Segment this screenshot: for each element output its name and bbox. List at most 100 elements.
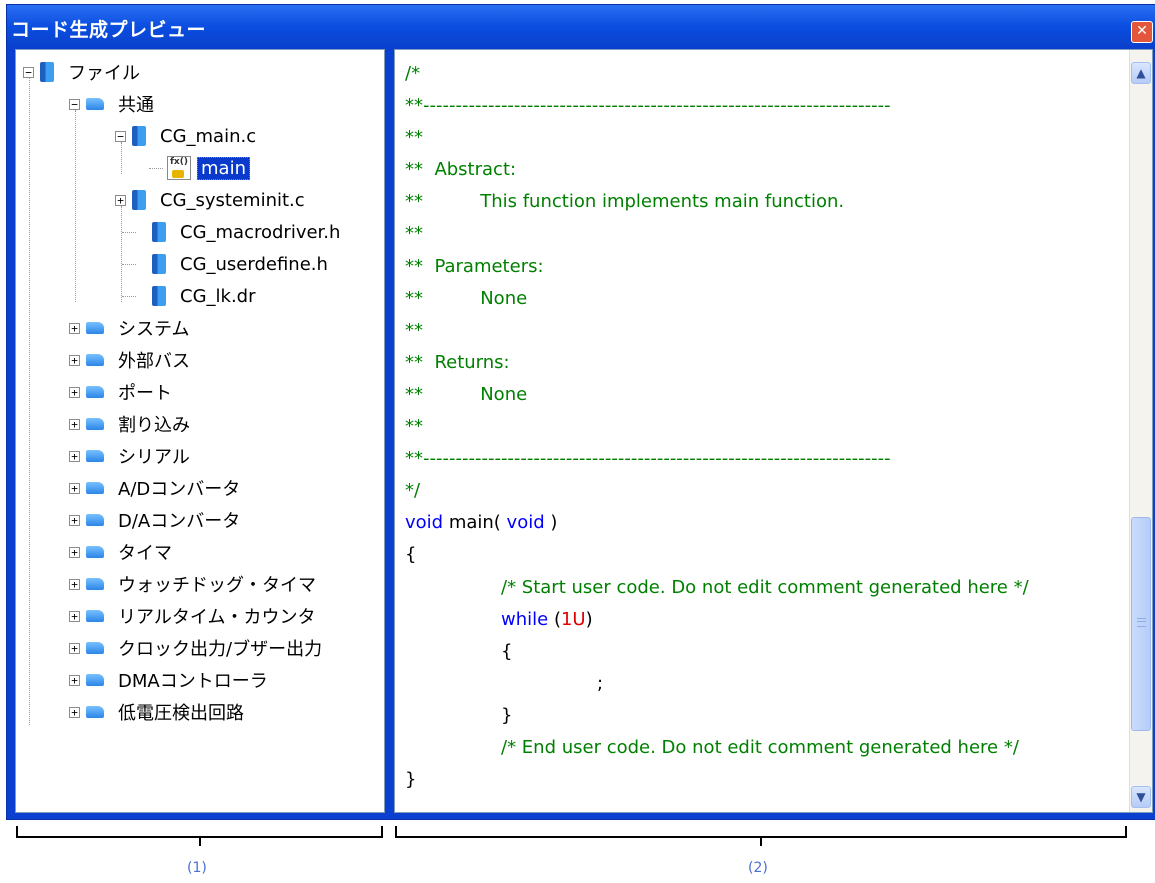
- tree-item-label: 割り込み: [118, 415, 190, 436]
- header-file-icon: [152, 222, 166, 242]
- comment-line: **--------------------------------------…: [405, 95, 891, 117]
- file-group-icon: [40, 62, 54, 82]
- vertical-scrollbar[interactable]: ▲ ▼: [1129, 50, 1152, 812]
- expand-icon[interactable]: +: [69, 354, 80, 366]
- left-pane-label: (1): [187, 860, 207, 876]
- folder-icon: [86, 546, 104, 558]
- expand-icon[interactable]: +: [69, 386, 80, 398]
- tree-item-folder[interactable]: + DMAコントローラ: [69, 664, 268, 696]
- comment-line: ** Abstract:: [405, 159, 517, 181]
- tree-item-label-selected: main: [197, 156, 250, 180]
- code-preview-window: コード生成プレビュー ✕ − ファイル − 共通 − CG_main.c fx(…: [6, 4, 1155, 820]
- tree-item-label: CG_userdefine.h: [180, 253, 328, 275]
- code-view: /* **------------------------------------…: [405, 58, 1125, 796]
- folder-icon: [86, 706, 104, 718]
- tree-item-folder[interactable]: + 割り込み: [69, 408, 190, 440]
- tree-item-folder[interactable]: + ウォッチドッグ・タイマ: [69, 568, 316, 600]
- comment-line: ** Returns:: [405, 351, 510, 373]
- tree-item-folder[interactable]: + タイマ: [69, 536, 172, 568]
- collapse-icon[interactable]: −: [115, 130, 126, 142]
- expand-icon[interactable]: +: [69, 450, 80, 462]
- code-line: while (1U): [501, 608, 593, 630]
- code-line: /* End user code. Do not edit comment ge…: [501, 736, 1019, 758]
- tree-item-cg-main[interactable]: − CG_main.c: [115, 120, 256, 152]
- expand-icon[interactable]: +: [69, 514, 80, 526]
- tree-item-label: CG_lk.dr: [180, 285, 256, 307]
- tree-item-label: CG_main.c: [160, 125, 257, 147]
- comment-line: /*: [405, 63, 421, 84]
- right-bracket-tick: [760, 836, 762, 846]
- tree-item-label: 共通: [118, 95, 154, 116]
- tree-item-label: D/Aコンバータ: [118, 511, 241, 532]
- left-bracket-tick: [199, 836, 201, 846]
- tree-item-folder[interactable]: + 外部バス: [69, 344, 190, 376]
- tree-item-common[interactable]: − 共通: [69, 88, 154, 120]
- tree-item-folder[interactable]: + システム: [69, 312, 189, 344]
- window-title: コード生成プレビュー: [11, 19, 207, 41]
- tree-item-folder[interactable]: + 低電圧検出回路: [69, 696, 244, 728]
- tree-item-label: A/Dコンバータ: [118, 479, 241, 500]
- folder-icon: [86, 482, 104, 494]
- folder-icon: [86, 386, 104, 398]
- tree-item-label: CG_macrodriver.h: [180, 221, 341, 243]
- comment-line: ** This function implements main functio…: [405, 191, 845, 213]
- expand-icon[interactable]: +: [69, 642, 80, 654]
- tree-item-cg-systeminit[interactable]: + CG_systeminit.c: [115, 184, 305, 216]
- comment-line: ** None: [405, 287, 528, 309]
- expand-icon[interactable]: +: [115, 194, 126, 206]
- tree-item-folder[interactable]: + クロック出力/ブザー出力: [69, 632, 322, 664]
- folder-icon: [86, 450, 104, 462]
- expand-icon[interactable]: +: [69, 706, 80, 718]
- tree-item-cg-lk[interactable]: CG_lk.dr: [122, 280, 256, 312]
- file-tree-pane[interactable]: − ファイル − 共通 − CG_main.c fx() main + CG_s…: [15, 49, 385, 813]
- tree-item-label: クロック出力/ブザー出力: [118, 639, 323, 660]
- link-file-icon: [152, 286, 166, 306]
- expand-icon[interactable]: +: [69, 578, 80, 590]
- folder-icon: [86, 578, 104, 590]
- tree-item-label: シリアル: [118, 447, 190, 468]
- tree-item-folder[interactable]: + D/Aコンバータ: [69, 504, 240, 536]
- comment-line: */: [405, 480, 421, 502]
- expand-icon[interactable]: +: [69, 418, 80, 430]
- code-line: }: [501, 704, 513, 726]
- tree-item-folder[interactable]: + シリアル: [69, 440, 190, 472]
- folder-icon: [86, 322, 104, 334]
- function-signature: void main( void ): [405, 512, 558, 534]
- tree-item-label: 低電圧検出回路: [118, 703, 244, 724]
- close-icon[interactable]: ✕: [1131, 21, 1153, 43]
- tree-item-folder[interactable]: + ポート: [69, 376, 172, 408]
- code-line: /* Start user code. Do not edit comment …: [501, 576, 1029, 598]
- folder-icon: [86, 514, 104, 526]
- c-file-icon: [132, 190, 146, 210]
- tree-item-cg-userdefine[interactable]: CG_userdefine.h: [122, 248, 328, 280]
- code-line: {: [405, 544, 417, 566]
- expand-icon[interactable]: +: [69, 322, 80, 334]
- code-preview-pane[interactable]: /* **------------------------------------…: [394, 49, 1153, 813]
- scroll-down-icon[interactable]: ▼: [1131, 786, 1151, 808]
- expand-icon[interactable]: +: [69, 610, 80, 622]
- tree-item-folder[interactable]: + A/Dコンバータ: [69, 472, 240, 504]
- tree-item-main-function[interactable]: fx() main: [149, 152, 250, 184]
- expand-icon[interactable]: +: [69, 674, 80, 686]
- scroll-thumb[interactable]: [1131, 517, 1151, 731]
- expand-icon[interactable]: +: [69, 546, 80, 558]
- scroll-up-icon[interactable]: ▲: [1131, 62, 1151, 84]
- collapse-icon[interactable]: −: [23, 66, 34, 78]
- folder-icon: [86, 354, 104, 366]
- tree-item-files[interactable]: − ファイル: [23, 56, 140, 88]
- comment-line: **: [405, 223, 423, 245]
- tree-item-label: ポート: [118, 383, 172, 404]
- tree-item-label: DMAコントローラ: [118, 671, 268, 692]
- tree-item-folder[interactable]: + リアルタイム・カウンタ: [69, 600, 315, 632]
- collapse-icon[interactable]: −: [69, 98, 80, 110]
- folder-icon: [86, 642, 104, 654]
- comment-line: **: [405, 416, 423, 438]
- header-file-icon: [152, 254, 166, 274]
- comment-line: **: [405, 319, 423, 341]
- right-pane-label: (2): [748, 860, 768, 876]
- code-line: }: [405, 769, 417, 791]
- tree-item-cg-macrodriver[interactable]: CG_macrodriver.h: [122, 216, 340, 248]
- function-icon: fx(): [167, 156, 191, 180]
- expand-icon[interactable]: +: [69, 482, 80, 494]
- comment-line: **--------------------------------------…: [405, 448, 891, 470]
